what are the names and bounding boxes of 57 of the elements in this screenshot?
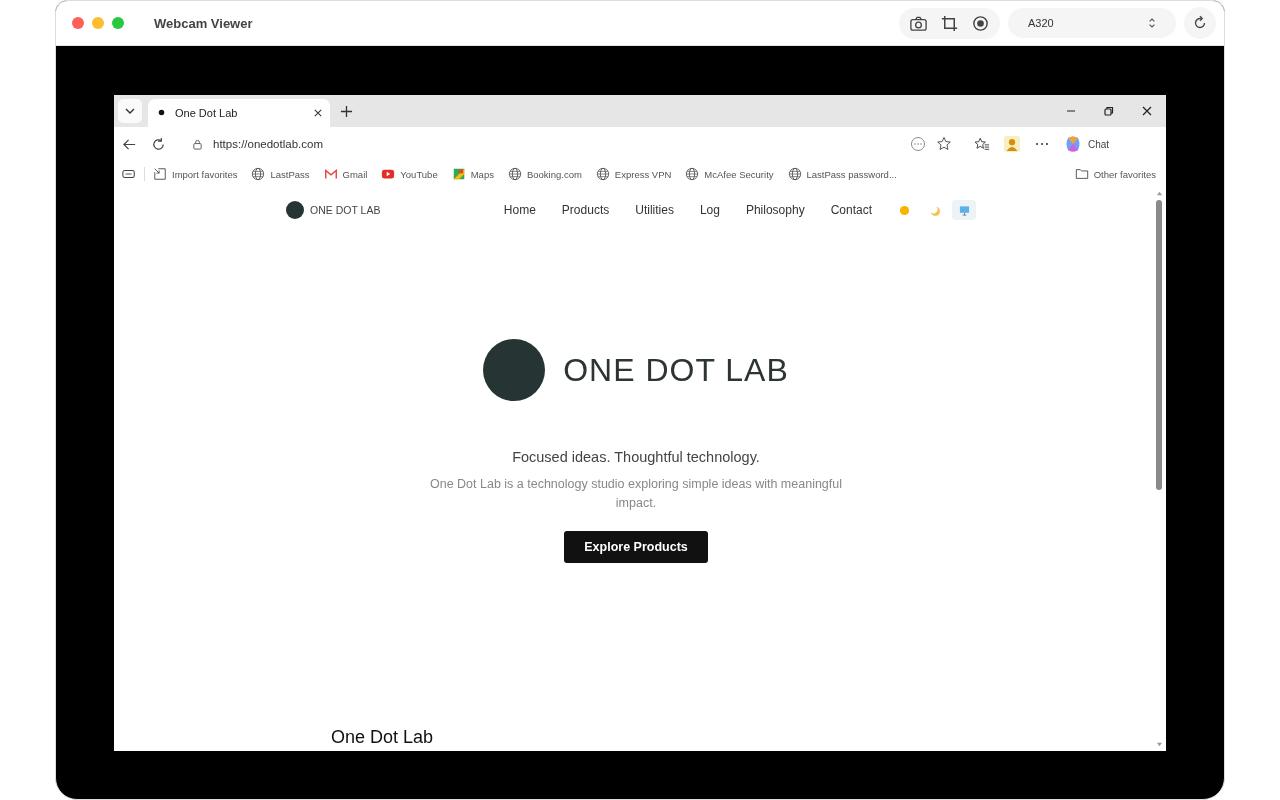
chat-button[interactable]: Chat (1064, 135, 1110, 153)
nav-link[interactable]: Log (699, 203, 720, 217)
bookmark-link[interactable]: Express VPN (595, 167, 672, 181)
copilot-icon (1064, 135, 1082, 153)
mail-icon (323, 167, 338, 181)
tagline: Focused ideas. Thoughtful technology. (512, 449, 760, 465)
bookmark-link[interactable]: LastPass password... (787, 167, 897, 181)
play-icon (381, 167, 396, 181)
globe-icon (251, 167, 266, 181)
nav-link[interactable]: Philosophy (745, 203, 805, 217)
description: One Dot Lab is a technology studio exploring simple ideas with meaningful impact. (428, 476, 843, 512)
bookmark-link[interactable]: YouTube (381, 167, 438, 181)
scroll-down-icon[interactable] (1155, 742, 1163, 747)
tab-list-button[interactable] (118, 99, 142, 123)
close-button[interactable] (72, 17, 84, 29)
close-icon[interactable] (1141, 105, 1153, 117)
bookmark-link[interactable]: Gmail (323, 167, 368, 181)
brand-name[interactable]: ONE DOT LAB (310, 204, 381, 216)
nav-link[interactable]: Home (503, 203, 536, 217)
globe-icon (507, 167, 522, 181)
globe-icon (595, 167, 610, 181)
camera-select[interactable]: A320 (1008, 8, 1176, 38)
reload-icon[interactable] (151, 136, 166, 152)
refresh-button[interactable] (1184, 7, 1216, 39)
other-favorites-link[interactable]: Other favorites (1074, 167, 1156, 181)
nav-link[interactable]: Utilities (635, 203, 674, 217)
browser-tab[interactable]: One Dot Lab (148, 99, 330, 127)
bookmark-link[interactable]: McAfee Security (685, 167, 774, 181)
map-icon (451, 167, 466, 181)
new-tab-icon[interactable] (340, 105, 353, 118)
crop-icon[interactable] (940, 13, 959, 33)
bookmark-link[interactable]: Maps (451, 167, 494, 181)
globe-icon (787, 167, 802, 181)
window-title: Webcam Viewer (154, 15, 253, 31)
scroll-up-icon[interactable] (1155, 191, 1163, 196)
record-icon[interactable] (971, 13, 990, 33)
bookmark-link[interactable]: Import favorites (153, 167, 238, 181)
star-icon[interactable] (936, 136, 952, 152)
chevron-icon (1148, 17, 1156, 29)
explore-products-button[interactable]: Explore Products (564, 531, 708, 563)
bookmark-link[interactable]: LastPass (251, 167, 310, 181)
logo-dot-icon (286, 201, 304, 219)
nav-link[interactable]: Products (561, 203, 610, 217)
folder-icon (1074, 167, 1089, 181)
section-heading: One Dot Lab (331, 727, 435, 748)
import-icon (153, 167, 167, 181)
nav-link[interactable]: Contact (830, 203, 872, 217)
tab-actions-icon[interactable] (122, 167, 136, 181)
close-icon[interactable] (314, 109, 322, 117)
more-options-icon[interactable] (910, 136, 926, 152)
lock-icon (192, 138, 203, 150)
bookmark-link[interactable]: Booking.com (507, 167, 582, 181)
favorites-icon[interactable] (974, 136, 990, 152)
hero-title: ONE DOT LAB (563, 351, 789, 389)
scroll-thumb[interactable] (1156, 200, 1162, 490)
restore-icon[interactable] (1103, 105, 1115, 117)
globe-icon (685, 167, 700, 181)
